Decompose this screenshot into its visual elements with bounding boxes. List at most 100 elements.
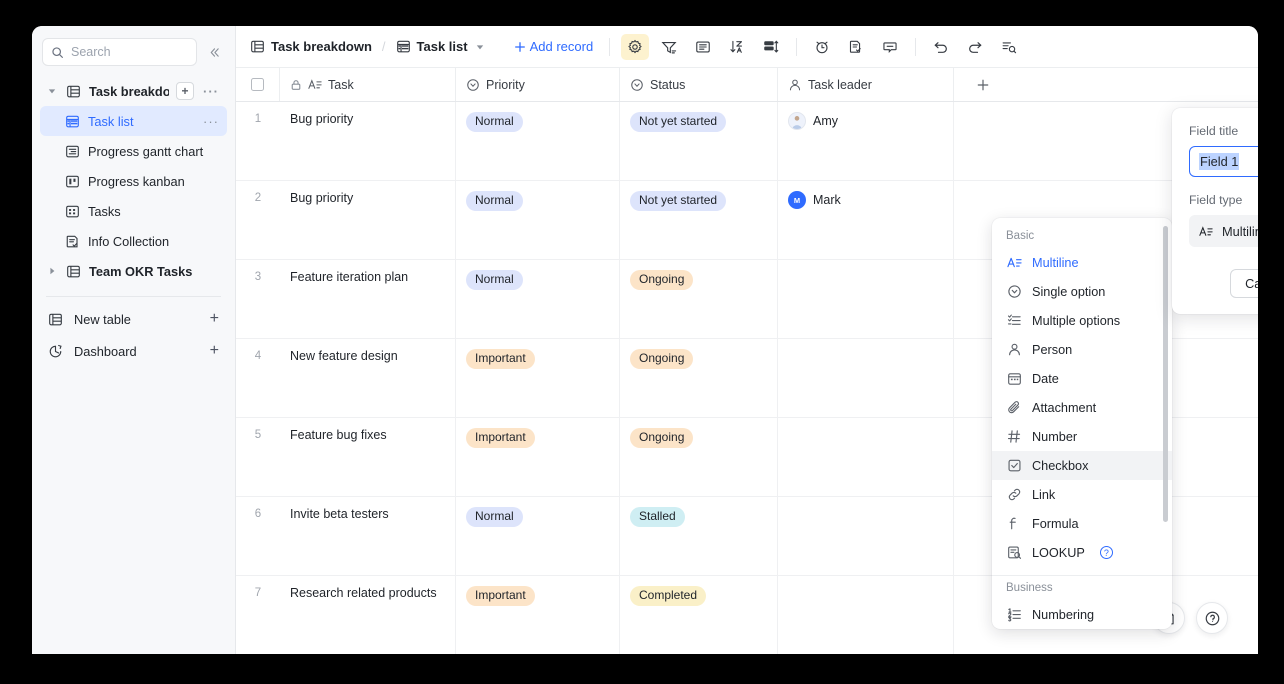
sidebar-action-new-table[interactable]: New table + bbox=[40, 303, 227, 335]
add-record-button[interactable]: Add record bbox=[506, 35, 602, 58]
cell-task-leader[interactable] bbox=[778, 260, 954, 338]
menu-item-label: Attachment bbox=[1032, 401, 1096, 415]
menu-item-checkbox[interactable]: Checkbox bbox=[992, 451, 1172, 480]
menu-item-attachment[interactable]: Attachment bbox=[992, 393, 1172, 422]
table-icon bbox=[65, 83, 82, 100]
cell-status[interactable]: Not yet started bbox=[620, 181, 778, 259]
collapse-panel-icon[interactable] bbox=[203, 41, 225, 63]
menu-item-label: Multiline bbox=[1032, 256, 1079, 270]
table-row[interactable]: 1Bug priorityNormalNot yet started Amy bbox=[236, 102, 1258, 181]
caret-right-icon[interactable] bbox=[46, 267, 58, 275]
formula-icon bbox=[1006, 516, 1022, 531]
cell-priority[interactable]: Important bbox=[456, 576, 620, 654]
menu-item-label: Checkbox bbox=[1032, 459, 1088, 473]
chevron-down-icon[interactable] bbox=[476, 43, 484, 51]
breadcrumb-view-label: Task list bbox=[417, 39, 468, 54]
redo-icon[interactable] bbox=[961, 34, 989, 60]
menu-item-numbering[interactable]: Numbering bbox=[992, 600, 1172, 629]
search-records-icon[interactable] bbox=[995, 34, 1023, 60]
row-height-icon[interactable] bbox=[757, 34, 785, 60]
select-all-checkbox[interactable] bbox=[236, 68, 280, 101]
filter-icon[interactable] bbox=[655, 34, 683, 60]
search-input[interactable]: Search bbox=[42, 38, 197, 66]
cell-task[interactable]: Bug priority bbox=[280, 102, 456, 180]
person-icon bbox=[1006, 342, 1022, 357]
add-icon[interactable]: + bbox=[210, 311, 219, 327]
cell-task[interactable]: Feature iteration plan bbox=[280, 260, 456, 338]
sidebar-action-dashboard[interactable]: Dashboard + bbox=[40, 335, 227, 367]
cell-task[interactable]: Research related products bbox=[280, 576, 456, 654]
app-window: Search Task breakdown + ··· bbox=[32, 26, 1258, 654]
field-type-selector[interactable]: Multiline bbox=[1189, 215, 1258, 247]
cell-status[interactable]: Ongoing bbox=[620, 260, 778, 338]
cell-task-leader[interactable]: Amy bbox=[778, 102, 954, 180]
cell-priority[interactable]: Normal bbox=[456, 181, 620, 259]
cell-task-leader[interactable] bbox=[778, 339, 954, 417]
sort-icon[interactable] bbox=[723, 34, 751, 60]
group-icon[interactable] bbox=[689, 34, 717, 60]
undo-icon[interactable] bbox=[927, 34, 955, 60]
cell-task-leader[interactable]: MMark bbox=[778, 181, 954, 259]
grid-view-icon bbox=[64, 113, 81, 130]
menu-item-single-option[interactable]: Single option bbox=[992, 277, 1172, 306]
column-header-status[interactable]: Status bbox=[620, 68, 778, 101]
cell-status[interactable]: Completed bbox=[620, 576, 778, 654]
sidebar-item-progress-kanban[interactable]: Progress kanban bbox=[40, 166, 227, 196]
more-options-icon[interactable]: ··· bbox=[201, 84, 221, 99]
cell-priority[interactable]: Normal bbox=[456, 260, 620, 338]
caret-down-icon[interactable] bbox=[46, 87, 58, 95]
column-header-priority[interactable]: Priority bbox=[456, 68, 620, 101]
cell-status[interactable]: Ongoing bbox=[620, 339, 778, 417]
help-icon-button[interactable] bbox=[1196, 602, 1228, 634]
cell-task[interactable]: Invite beta testers bbox=[280, 497, 456, 575]
column-header-task[interactable]: Task bbox=[280, 68, 456, 101]
field-title-input[interactable]: Field 1 bbox=[1189, 146, 1258, 177]
breadcrumb-base[interactable]: Task breakdown bbox=[244, 35, 378, 58]
cell-priority[interactable]: Important bbox=[456, 339, 620, 417]
menu-item-date[interactable]: Date bbox=[992, 364, 1172, 393]
cell-priority[interactable]: Normal bbox=[456, 497, 620, 575]
cell-task[interactable]: Feature bug fixes bbox=[280, 418, 456, 496]
add-field-button[interactable] bbox=[954, 68, 1012, 101]
help-icon[interactable]: ? bbox=[1100, 546, 1113, 559]
breadcrumb-view[interactable]: Task list bbox=[390, 35, 490, 58]
alarm-icon[interactable] bbox=[808, 34, 836, 60]
sidebar-item-tasks[interactable]: Tasks bbox=[40, 196, 227, 226]
cell-priority[interactable]: Important bbox=[456, 418, 620, 496]
menu-item-link[interactable]: Link bbox=[992, 480, 1172, 509]
menu-item-lookup[interactable]: LOOKUP? bbox=[992, 538, 1172, 567]
cell-task[interactable]: New feature design bbox=[280, 339, 456, 417]
menu-item-multiple-options[interactable]: Multiple options bbox=[992, 306, 1172, 335]
cell-status[interactable]: Not yet started bbox=[620, 102, 778, 180]
more-options-icon[interactable]: ··· bbox=[201, 114, 221, 129]
sidebar-item-team-okr-tasks[interactable]: Team OKR Tasks bbox=[40, 256, 227, 286]
column-header-label: Task bbox=[328, 78, 354, 92]
menu-item-formula[interactable]: Formula bbox=[992, 509, 1172, 538]
add-icon[interactable]: + bbox=[210, 343, 219, 359]
cell-task[interactable]: Bug priority bbox=[280, 181, 456, 259]
menu-item-number[interactable]: Number bbox=[992, 422, 1172, 451]
attachment-icon bbox=[1006, 400, 1022, 415]
plus-icon bbox=[514, 41, 526, 53]
menu-item-person[interactable]: Person bbox=[992, 335, 1172, 364]
column-header-task-leader[interactable]: Task leader bbox=[778, 68, 954, 101]
sidebar-item-info-collection[interactable]: Info Collection bbox=[40, 226, 227, 256]
cell-priority[interactable]: Normal bbox=[456, 102, 620, 180]
cell-task-leader[interactable] bbox=[778, 418, 954, 496]
form-icon[interactable] bbox=[842, 34, 870, 60]
cell-task-leader[interactable] bbox=[778, 576, 954, 654]
cell-status[interactable]: Stalled bbox=[620, 497, 778, 575]
settings-gear-icon[interactable] bbox=[621, 34, 649, 60]
cancel-button[interactable]: Cancel bbox=[1230, 269, 1258, 298]
field-type-menu[interactable]: BasicMultilineSingle optionMultiple opti… bbox=[992, 218, 1172, 629]
sidebar-item-task-breakdown[interactable]: Task breakdown + ··· bbox=[40, 76, 227, 106]
menu-item-multiline[interactable]: Multiline bbox=[992, 248, 1172, 277]
sidebar-item-task-list[interactable]: Task list ··· bbox=[40, 106, 227, 136]
comment-icon[interactable] bbox=[876, 34, 904, 60]
status-tag: Ongoing bbox=[630, 428, 693, 448]
menu-scrollbar[interactable] bbox=[1163, 226, 1168, 522]
add-table-button[interactable]: + bbox=[176, 82, 194, 100]
cell-status[interactable]: Ongoing bbox=[620, 418, 778, 496]
cell-task-leader[interactable] bbox=[778, 497, 954, 575]
sidebar-item-progress-gantt-chart[interactable]: Progress gantt chart bbox=[40, 136, 227, 166]
